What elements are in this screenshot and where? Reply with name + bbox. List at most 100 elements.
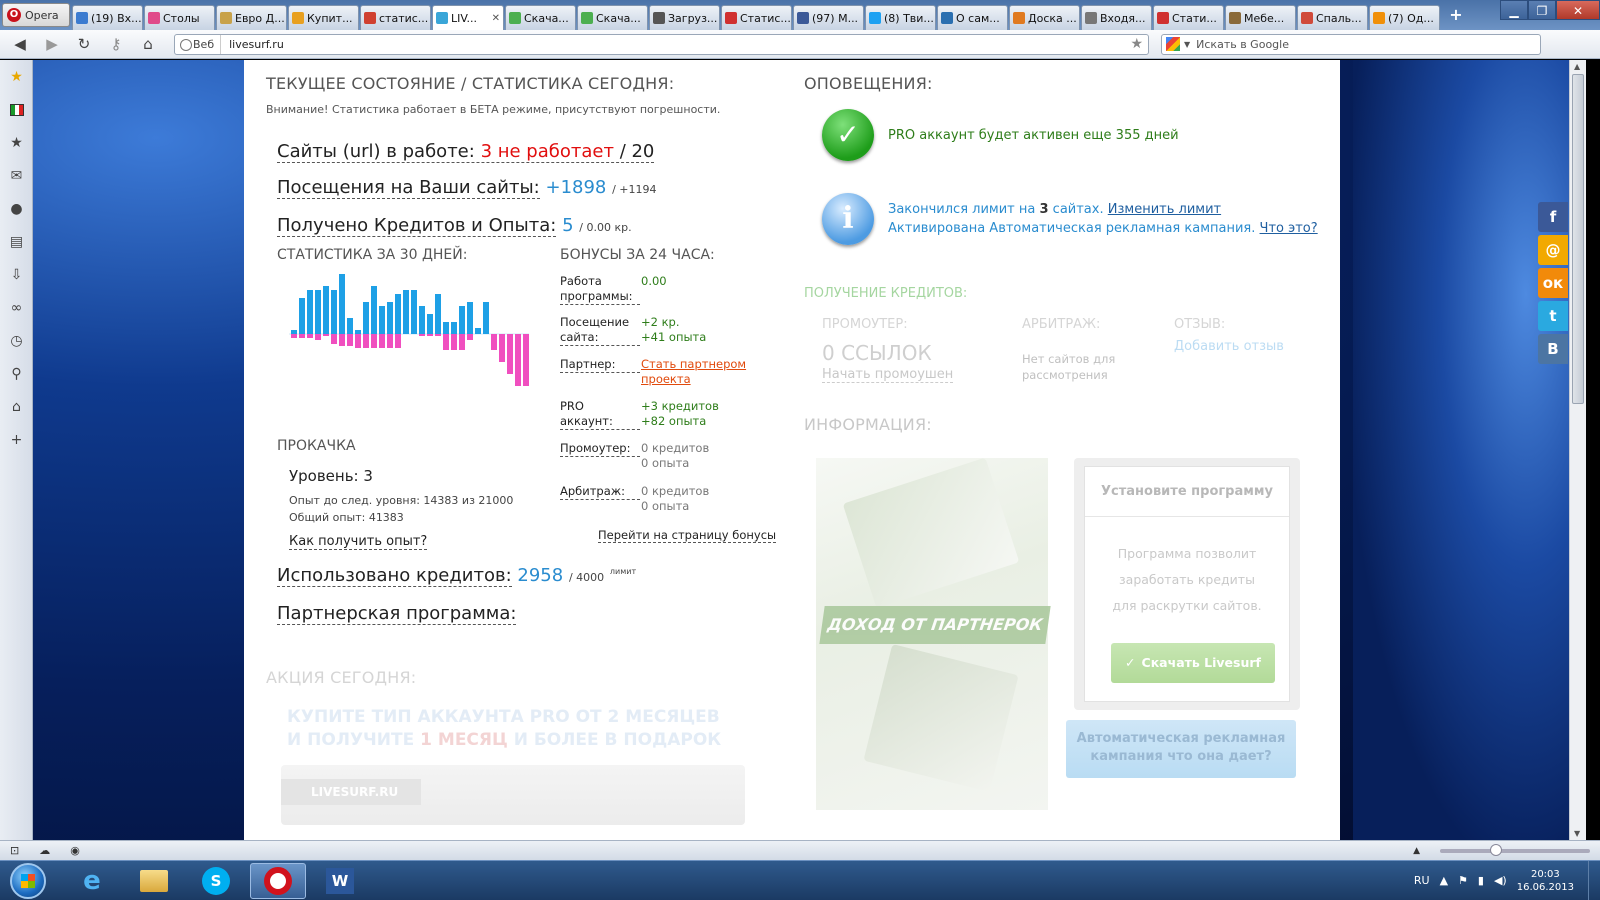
browser-tab[interactable]: Входя...	[1081, 5, 1152, 30]
url-text[interactable]: livesurf.ru	[221, 38, 284, 51]
opera-menu-button[interactable]: O Opera	[2, 3, 70, 27]
browser-tab[interactable]: Купит...	[288, 5, 359, 30]
home-button[interactable]: ⌂	[136, 34, 160, 54]
explorer-icon[interactable]	[126, 863, 182, 899]
exp-next-level: Опыт до след. уровня: 14383 из 21000	[289, 494, 514, 507]
page-scrollbar[interactable]: ▲ ▼	[1569, 60, 1586, 840]
tray-arrow-icon[interactable]: ▲	[1440, 874, 1448, 887]
start-promo-link[interactable]: Начать промоушен	[822, 367, 954, 383]
browser-tab[interactable]: О сам...	[937, 5, 1008, 30]
close-tab-icon[interactable]: ✕	[492, 13, 500, 24]
browser-tab[interactable]: (97) М...	[793, 5, 864, 30]
close-window-button[interactable]: ✕	[1556, 0, 1600, 20]
browser-tab[interactable]: Скача...	[505, 5, 576, 30]
minimize-button[interactable]: ▁	[1500, 0, 1528, 20]
zoom-slider-handle[interactable]	[1490, 843, 1502, 856]
tab-favicon-icon	[1085, 12, 1097, 24]
browser-tab[interactable]: Евро Д...	[216, 5, 287, 30]
flag-icon[interactable]	[0, 93, 33, 126]
tab-favicon-icon	[1229, 12, 1241, 24]
start-button[interactable]	[10, 862, 46, 899]
notes-icon[interactable]: ▤	[0, 225, 33, 258]
speed-dial-star-icon[interactable]: ★	[0, 60, 33, 93]
change-limit-link[interactable]: Изменить лимит	[1108, 202, 1221, 217]
panel-toggle-icon[interactable]: ⊡	[10, 844, 19, 857]
opera-taskbar-icon[interactable]	[250, 862, 306, 899]
facebook-icon[interactable]: f	[1538, 202, 1568, 232]
word-icon[interactable]: W	[312, 863, 368, 899]
mailru-icon[interactable]: @	[1538, 235, 1568, 265]
auto-campaign-button[interactable]: Автоматическая рекламная кампания что он…	[1066, 720, 1296, 778]
add-panel-icon[interactable]: +	[0, 423, 33, 456]
new-tab-button[interactable]: +	[1445, 5, 1467, 27]
odnoklassniki-icon[interactable]: ок	[1538, 268, 1568, 298]
language-indicator[interactable]: RU	[1414, 874, 1430, 887]
contacts-icon[interactable]: ●	[0, 192, 33, 225]
what-is-it-link[interactable]: Что это?	[1260, 221, 1318, 236]
browser-tab[interactable]: (7) Од...	[1369, 5, 1440, 30]
bonus-value[interactable]: Стать партнером проекта	[641, 357, 751, 387]
skype-icon[interactable]: S	[188, 863, 244, 899]
browser-tab[interactable]: статис...	[360, 5, 431, 30]
partner-income-banner[interactable]: ДОХОД ОТ ПАРТНЕРОК	[816, 457, 1051, 810]
scroll-up-icon[interactable]: ▲	[1574, 62, 1580, 71]
browser-tab[interactable]: (19) Вх...	[72, 5, 143, 30]
tab-favicon-icon	[509, 12, 521, 24]
browser-tab[interactable]: Мебе...	[1225, 5, 1296, 30]
add-review-link[interactable]: Добавить отзыв	[1174, 339, 1284, 354]
history-icon[interactable]: ◷	[0, 324, 33, 357]
turbo-icon[interactable]: ☁	[39, 844, 50, 857]
reload-button[interactable]: ↻	[72, 34, 96, 54]
browser-tab[interactable]: Доска ...	[1009, 5, 1080, 30]
goto-bonus-link[interactable]: Перейти на страницу бонусы	[598, 528, 777, 543]
browser-tab[interactable]: Загруз...	[649, 5, 720, 30]
browser-tab[interactable]: Стати...	[1153, 5, 1224, 30]
bookmarks-icon[interactable]: ★	[0, 126, 33, 159]
sites-in-work[interactable]: Сайты (url) в работе: 3 не работает / 20	[277, 141, 655, 163]
partner-program-link[interactable]: Партнерская программа:	[277, 603, 517, 625]
zoom-slider[interactable]	[1440, 843, 1590, 856]
key-icon[interactable]: ⚷	[104, 34, 128, 54]
browser-tab[interactable]: (8) Тви...	[865, 5, 936, 30]
clock[interactable]: 20:03 16.06.2013	[1517, 868, 1574, 894]
downloads-icon[interactable]: ⇩	[0, 258, 33, 291]
search-field[interactable]: ▼ Искать в Google	[1161, 33, 1541, 55]
action-banner-text[interactable]: КУПИТЕ ТИП АККАУНТА PRO ОТ 2 МЕСЯЦЕВ И П…	[287, 706, 721, 752]
forward-button[interactable]: ▶	[40, 34, 64, 54]
maximize-button[interactable]: ❐	[1528, 0, 1556, 20]
browser-tab[interactable]: LIV... ✕	[432, 5, 504, 30]
bonus-label[interactable]: Работа программы:	[560, 274, 640, 305]
twitter-icon[interactable]: t	[1538, 301, 1568, 331]
home-panel-icon[interactable]: ⌂	[0, 390, 33, 423]
bookmark-star-icon[interactable]: ★	[1130, 36, 1143, 52]
network-icon[interactable]: ▮	[1478, 874, 1484, 887]
scroll-thumb[interactable]	[1572, 74, 1584, 404]
bonus-label[interactable]: Партнер:	[560, 357, 640, 373]
volume-icon[interactable]: ◀)	[1494, 874, 1507, 887]
browser-tab[interactable]: Столы	[144, 5, 215, 30]
web-badge[interactable]: Веб	[175, 34, 222, 54]
browser-tab[interactable]: Спаль...	[1297, 5, 1368, 30]
scroll-down-icon[interactable]: ▼	[1574, 829, 1580, 838]
search-icon[interactable]: ⚲	[0, 357, 33, 390]
address-field[interactable]: Веб livesurf.ru ★	[174, 33, 1149, 55]
browser-tab[interactable]: Статис...	[721, 5, 792, 30]
how-get-exp-link[interactable]: Как получить опыт?	[289, 534, 428, 550]
bonus-label[interactable]: PRO аккаунт:	[560, 399, 640, 430]
browser-tab[interactable]: Скача...	[577, 5, 648, 30]
show-desktop-button[interactable]	[1588, 860, 1600, 900]
unite-icon[interactable]: ◉	[70, 844, 80, 857]
vkontakte-icon[interactable]: B	[1538, 334, 1568, 364]
bonus-label[interactable]: Посещение сайта:	[560, 315, 640, 346]
action-banner[interactable]: LIVESURF.RU	[281, 765, 745, 825]
bonus-label[interactable]: Промоутер:	[560, 441, 640, 457]
mail-icon[interactable]: ✉	[0, 159, 33, 192]
action-center-flag-icon[interactable]: ⚑	[1458, 874, 1468, 887]
ie-icon[interactable]: e	[64, 863, 120, 899]
back-button[interactable]: ◀	[8, 34, 32, 54]
bonus-label[interactable]: Арбитраж:	[560, 484, 640, 500]
download-livesurf-button[interactable]: ✓ Скачать Livesurf	[1111, 643, 1275, 683]
links-icon[interactable]: ∞	[0, 291, 33, 324]
search-dropdown-icon[interactable]: ▼	[1184, 40, 1190, 49]
status-arrow-icon[interactable]: ▲	[1413, 846, 1420, 856]
